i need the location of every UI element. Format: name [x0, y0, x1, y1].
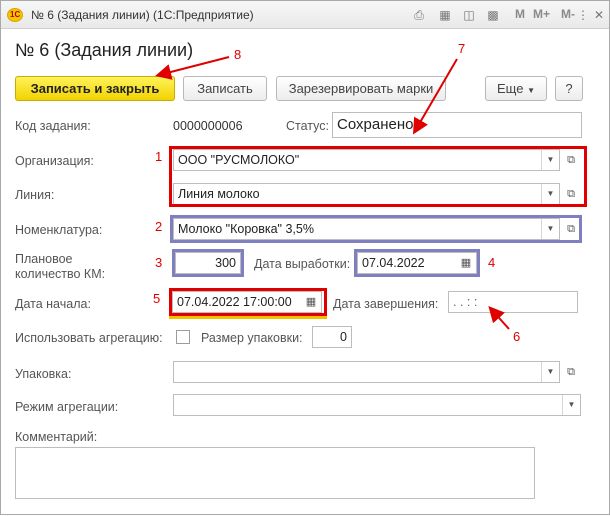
form-window: 1С № 6 (Задания линии) (1С:Предприятие) … — [0, 0, 610, 515]
arrow-7 — [412, 58, 458, 135]
arrow-6 — [488, 306, 510, 330]
arrow-8 — [155, 56, 230, 80]
annotation-arrows — [155, 56, 510, 330]
